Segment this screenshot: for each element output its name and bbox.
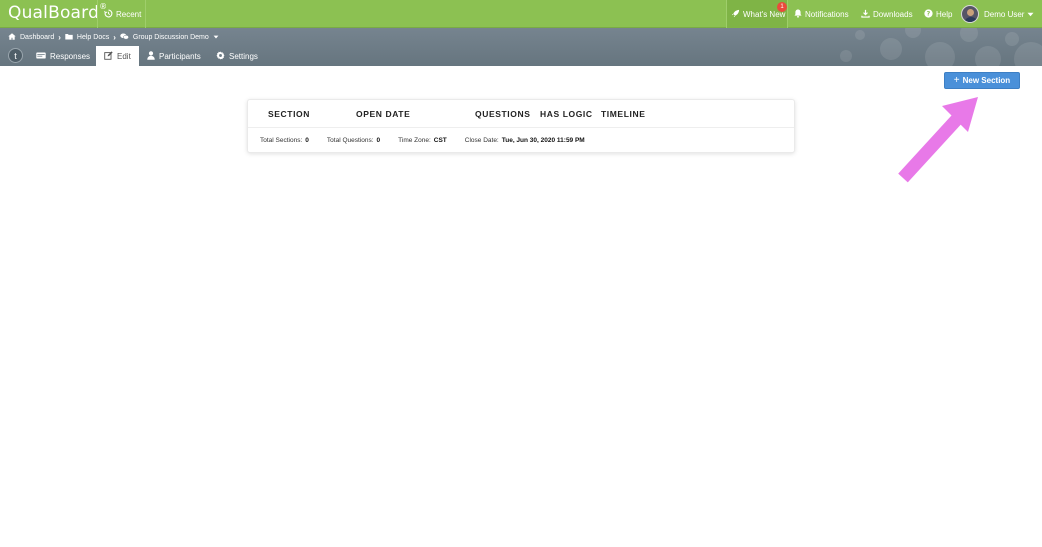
divider xyxy=(97,0,98,28)
column-header-timeline: TIMELINE xyxy=(601,109,646,119)
sections-table: SECTION OPEN DATE QUESTIONS HAS LOGIC TI… xyxy=(247,99,795,153)
edit-icon xyxy=(104,50,113,62)
divider xyxy=(787,0,788,28)
card-icon xyxy=(36,52,46,61)
tab-settings[interactable]: Settings xyxy=(216,46,258,66)
total-questions: Total Questions: 0 xyxy=(326,137,381,144)
user-icon xyxy=(147,50,155,62)
summary-row: Total Sections: 0 Total Questions: 0 Time … xyxy=(260,137,585,144)
divider xyxy=(248,127,794,128)
avatar xyxy=(961,5,979,23)
column-header-open-date: OPEN DATE xyxy=(356,109,411,119)
history-icon xyxy=(104,9,113,20)
project-bar: Dashboard › Help Docs › Group Discussion… xyxy=(0,28,1042,66)
total-sections: Total Sections: 0 xyxy=(260,137,309,144)
plus-icon: + xyxy=(953,75,960,86)
annotation-arrow xyxy=(898,97,978,183)
chevron-right-icon: › xyxy=(113,32,116,42)
chat-icon xyxy=(120,33,129,42)
breadcrumb-dashboard[interactable]: Dashboard xyxy=(20,34,54,41)
time-zone: Time Zone: CST xyxy=(398,137,447,144)
caret-down-icon[interactable] xyxy=(213,34,219,41)
project-logo: t xyxy=(8,48,23,63)
column-header-questions: QUESTIONS xyxy=(475,109,531,119)
notification-badge: 1 xyxy=(777,2,787,12)
rocket-icon xyxy=(731,9,740,20)
tab-responses[interactable]: Responses xyxy=(36,46,90,66)
whats-new-button[interactable]: What's New 1 xyxy=(727,0,787,28)
qualboard-logo[interactable]: QualBoard® xyxy=(8,2,107,23)
recent-button[interactable]: Recent xyxy=(104,0,141,28)
breadcrumb-project[interactable]: Group Discussion Demo xyxy=(133,34,209,41)
top-navbar: QualBoard® Recent What's New 1 Notificat… xyxy=(0,0,1042,28)
column-header-section: SECTION xyxy=(268,109,310,119)
bell-icon xyxy=(794,9,802,20)
tab-participants[interactable]: Participants xyxy=(147,46,201,66)
notifications-button[interactable]: Notifications xyxy=(794,0,849,28)
home-icon xyxy=(8,32,16,42)
breadcrumb: Dashboard › Help Docs › Group Discussion… xyxy=(8,31,219,43)
download-icon xyxy=(861,9,870,20)
breadcrumb-help-docs[interactable]: Help Docs xyxy=(77,34,109,41)
tab-edit[interactable]: Edit xyxy=(96,46,139,66)
close-date: Close Date: Tue, Jun 30, 2020 11:59 PM xyxy=(464,137,585,144)
new-section-button[interactable]: + New Section xyxy=(944,72,1020,89)
column-header-has-logic: HAS LOGIC xyxy=(540,109,593,119)
user-menu[interactable]: Demo User xyxy=(961,0,1034,28)
help-button[interactable]: ? Help xyxy=(924,0,952,28)
divider xyxy=(145,0,146,28)
help-circle-icon: ? xyxy=(924,8,933,20)
downloads-button[interactable]: Downloads xyxy=(861,0,913,28)
chevron-right-icon: › xyxy=(58,32,61,42)
folder-icon xyxy=(65,33,73,42)
svg-text:?: ? xyxy=(927,10,931,17)
gear-icon xyxy=(216,50,225,62)
caret-down-icon xyxy=(1027,10,1034,19)
